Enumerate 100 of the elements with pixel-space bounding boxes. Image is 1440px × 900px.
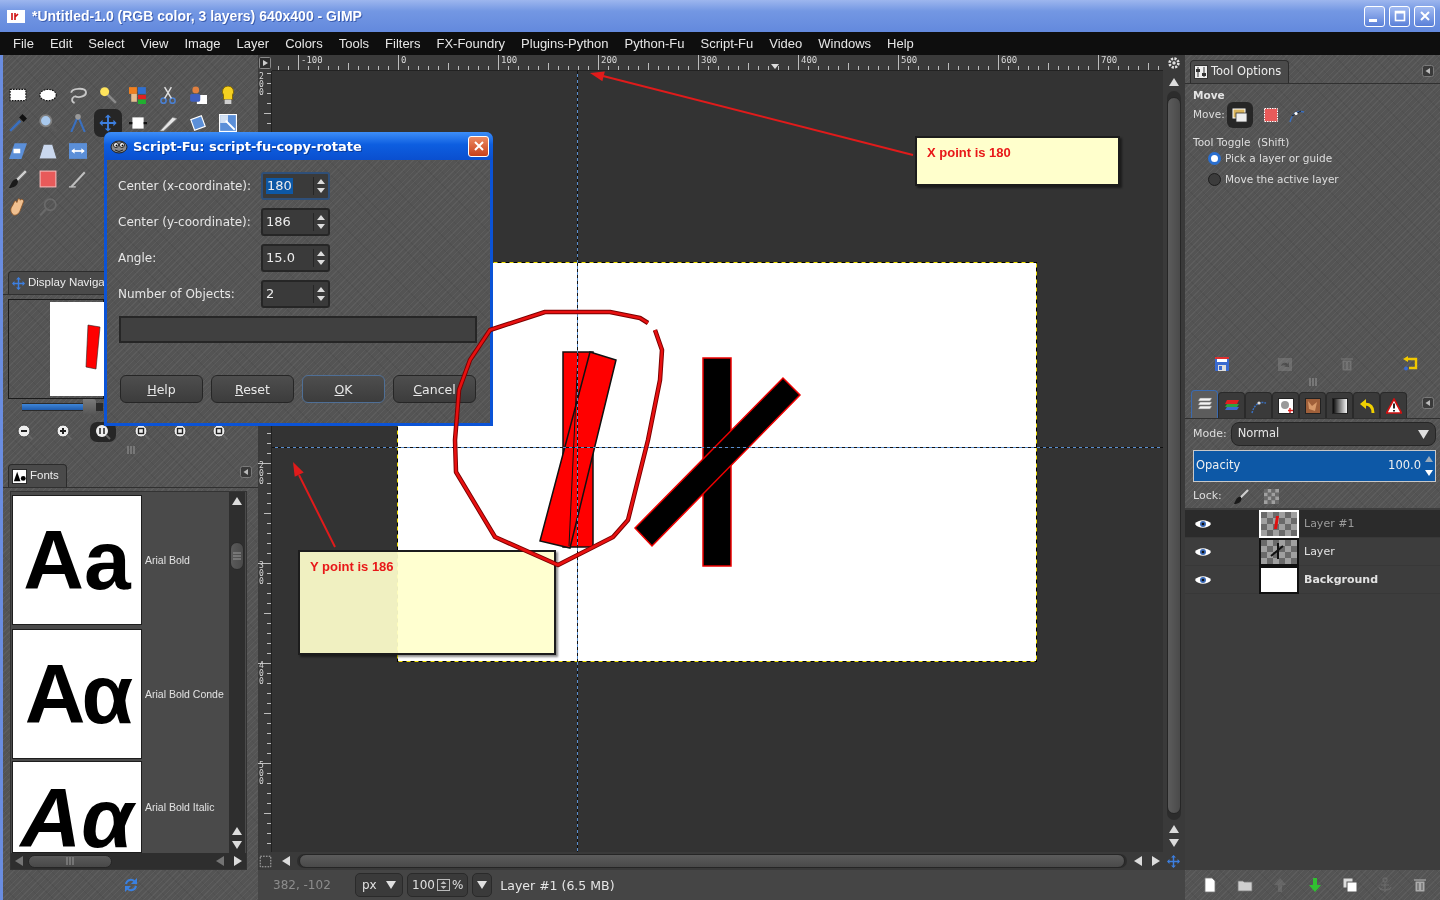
zoom-dropdown-button[interactable] (472, 873, 493, 897)
checkerboard-icon[interactable] (1263, 488, 1279, 504)
font-name[interactable]: Arial Bold Italic (145, 801, 215, 813)
layer-row[interactable]: Background (1185, 566, 1440, 594)
dock-tab[interactable]: Tool Options (1190, 60, 1290, 83)
up-arrow-icon[interactable] (232, 496, 242, 506)
trapezoid-icon[interactable] (39, 142, 57, 160)
dock-tab[interactable] (1299, 392, 1326, 418)
maximize-button[interactable] (1389, 5, 1410, 27)
menu-item[interactable]: Edit (41, 36, 81, 51)
pen-icon[interactable] (69, 170, 87, 188)
move-arrows-icon[interactable] (1166, 854, 1180, 868)
radio-label[interactable]: Pick a layer or guide (1225, 152, 1333, 165)
zoom-in-icon[interactable] (56, 424, 72, 440)
menu-item[interactable]: Help (879, 36, 922, 51)
dock-tab[interactable] (1380, 392, 1407, 418)
brush-icon[interactable] (1233, 488, 1249, 504)
rectangle-icon[interactable] (129, 114, 147, 132)
new-page-icon[interactable] (1202, 877, 1218, 893)
eyedropper-icon[interactable] (9, 114, 27, 132)
menu-item[interactable]: View (132, 36, 177, 51)
minimize-button[interactable] (1364, 5, 1385, 27)
left-arrow-icon[interactable] (281, 856, 291, 866)
magnifier-icon[interactable] (90, 422, 116, 442)
gear-icon[interactable] (1167, 56, 1181, 70)
opacity-slider[interactable]: Opacity 100.0 (1193, 450, 1436, 482)
menu-item[interactable]: Python-Fu (616, 36, 693, 51)
folder-icon[interactable] (1237, 877, 1253, 893)
ellipse-icon[interactable] (39, 86, 57, 104)
layer-row[interactable]: Layer #1 (1185, 510, 1440, 538)
dialog-button[interactable]: Reset (211, 375, 294, 403)
zoom-out-icon[interactable] (17, 424, 33, 440)
number-field[interactable]: 15.0 (261, 244, 330, 272)
radio-button[interactable] (1208, 173, 1221, 187)
left-arrow-icon[interactable] (1133, 856, 1143, 866)
dock-tab[interactable] (1191, 390, 1218, 418)
menu-item[interactable]: Layer (228, 36, 278, 51)
dock-menu-icon[interactable] (240, 465, 252, 478)
font-name[interactable]: Arial Bold Conde (145, 688, 224, 700)
duplicate-icon[interactable] (1342, 877, 1358, 893)
scrollbar-thumb[interactable] (28, 854, 112, 868)
menu-item[interactable]: Tools (330, 36, 378, 51)
right-arrow-icon[interactable] (1151, 856, 1161, 866)
scrollbar-thumb[interactable] (230, 542, 244, 570)
menu-item[interactable]: Image (176, 36, 229, 51)
dotted-rectangle-icon[interactable] (9, 86, 27, 104)
up-arrow-icon[interactable] (232, 826, 242, 836)
grip-icon[interactable] (1308, 378, 1317, 386)
dock-tab[interactable]: Fonts (8, 464, 67, 487)
scrollbar-thumb[interactable] (299, 854, 1125, 868)
dock-tab[interactable] (1326, 392, 1353, 418)
bulb-icon[interactable] (219, 86, 237, 104)
move-arrows-icon[interactable] (94, 109, 122, 137)
number-field[interactable]: 186 (261, 208, 330, 236)
dialog-button[interactable]: OK (302, 375, 385, 403)
dotted-square-icon[interactable] (1262, 106, 1279, 123)
down-arrow-icon[interactable] (232, 840, 242, 850)
eye-icon[interactable] (1195, 545, 1211, 558)
layer-icon[interactable] (1226, 101, 1253, 128)
number-field[interactable]: 180 (261, 172, 330, 200)
scale-icon[interactable] (219, 114, 237, 132)
menu-item[interactable]: Video (761, 36, 811, 51)
menu-item[interactable]: File (5, 36, 42, 51)
grip-icon[interactable] (126, 446, 135, 454)
compass-icon[interactable] (69, 114, 87, 132)
dialog-button[interactable]: Help (120, 375, 203, 403)
color-squares-icon[interactable] (129, 86, 147, 104)
layer-row[interactable]: Layer (1185, 538, 1440, 566)
radio-button[interactable] (1208, 152, 1221, 166)
close-button[interactable] (468, 135, 489, 157)
wand-icon[interactable] (99, 86, 117, 104)
up-arrow-icon[interactable] (1169, 77, 1179, 87)
spin-arrows-icon[interactable] (313, 177, 328, 195)
dock-tab[interactable] (1272, 392, 1299, 418)
menu-item[interactable]: Script-Fu (692, 36, 762, 51)
up-arrow-icon[interactable] (1169, 824, 1179, 834)
menu-item[interactable]: Select (80, 36, 133, 51)
mode-dropdown[interactable]: Normal (1230, 422, 1436, 446)
trash-icon[interactable] (1412, 877, 1428, 893)
menu-item[interactable]: Colors (277, 36, 331, 51)
unit-dropdown[interactable]: px (355, 873, 403, 897)
scrollbar-thumb[interactable] (1167, 97, 1181, 814)
scissors-icon[interactable] (159, 86, 177, 104)
spin-arrows-icon[interactable] (313, 213, 328, 231)
dock-menu-icon[interactable] (1422, 64, 1434, 77)
hand-icon[interactable] (9, 198, 27, 216)
eye-icon[interactable] (1195, 517, 1211, 530)
flip-arrows-icon[interactable] (69, 142, 87, 160)
spin-arrows-icon[interactable] (313, 249, 328, 267)
spin-arrows-icon[interactable] (313, 285, 328, 303)
zoom-field[interactable]: 100 % (407, 873, 469, 897)
figure-icon[interactable] (189, 86, 207, 104)
radio-label[interactable]: Move the active layer (1225, 173, 1339, 186)
number-field[interactable]: 2 (261, 280, 330, 308)
dock-tab[interactable] (1353, 392, 1380, 418)
reset-arrow-icon[interactable] (1401, 356, 1418, 372)
eye-icon[interactable] (1195, 573, 1211, 586)
menu-item[interactable]: Windows (810, 36, 880, 51)
dashed-square-icon[interactable] (258, 854, 272, 868)
navigation-preview[interactable] (8, 299, 104, 399)
